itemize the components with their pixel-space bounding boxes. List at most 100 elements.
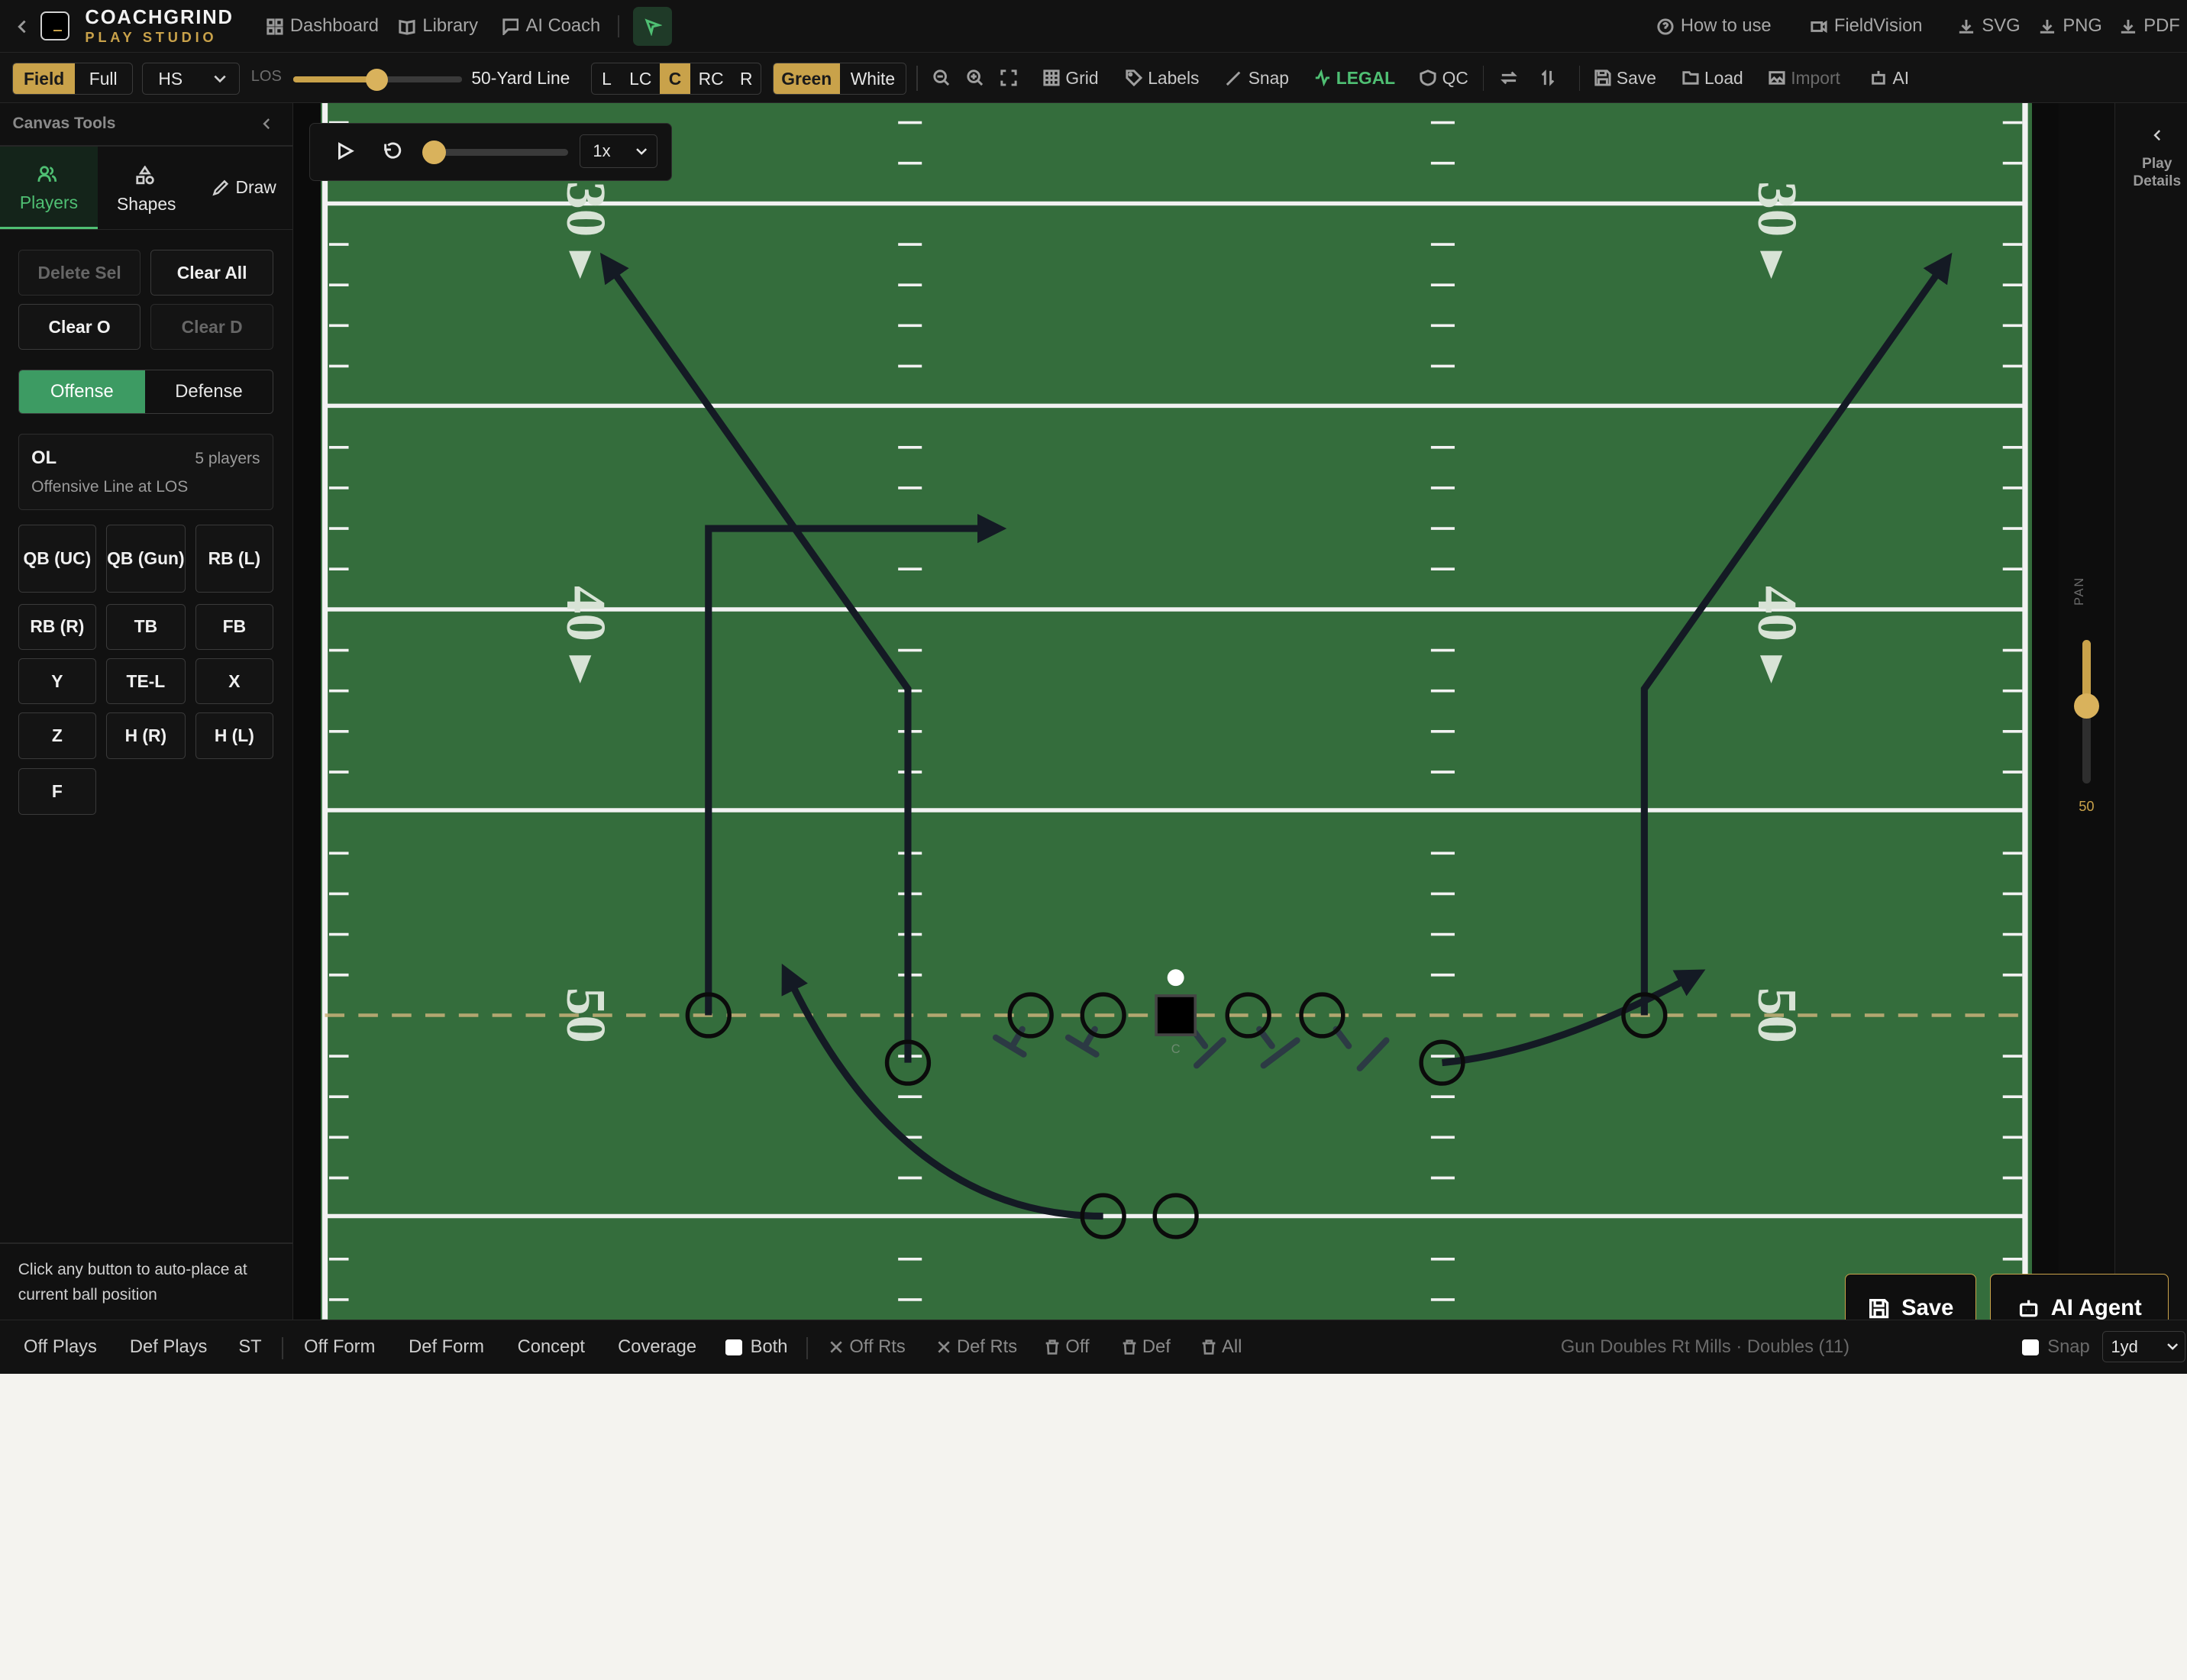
position-button[interactable]: X [195,658,273,705]
coverage-button[interactable]: Coverage [618,1320,696,1374]
position-button[interactable]: H (L) [195,712,273,759]
zoom-out-icon[interactable] [933,53,950,103]
level-select[interactable]: HS [142,63,241,95]
toolbar-import-button[interactable]: Import [1769,53,1840,103]
hash-r-button[interactable]: R [732,63,761,94]
ol-group-name: OL [31,448,57,469]
yard-number: 40 [555,586,617,641]
flip-vertical-icon[interactable] [1539,53,1556,103]
both-checkbox[interactable]: Both [725,1320,787,1374]
off-plays-button[interactable]: Off Plays [24,1320,97,1374]
export-svg-button[interactable]: SVG [1958,0,2021,53]
special-teams-button[interactable]: ST [238,1320,261,1374]
position-button[interactable]: RB (R) [18,603,97,651]
bottom-snap-checkbox[interactable]: Snap [2022,1320,2090,1374]
nav-divider [618,15,619,38]
position-button[interactable]: F [18,768,97,815]
both-checkbox-box[interactable] [725,1339,742,1356]
position-button[interactable]: TB [105,603,186,651]
position-button[interactable]: Z [18,712,97,759]
football[interactable] [1167,969,1184,987]
clear-off-routes-button[interactable]: Off Rts [829,1320,906,1374]
export-pdf-button[interactable]: PDF [2120,0,2180,53]
delete-all-button[interactable]: All [1201,1320,1242,1374]
def-form-button[interactable]: Def Form [409,1320,484,1374]
color-white-button[interactable]: White [840,63,906,94]
grid-toggle[interactable]: Grid [1043,53,1099,103]
route-corner-left[interactable] [599,253,912,1063]
football-field-canvas[interactable]: 30 30 40 40 50 50 C [321,103,2033,1320]
offense-button[interactable]: Offense [18,370,145,414]
qc-label: QC [1442,67,1468,88]
position-button[interactable]: FB [195,603,273,651]
tab-draw[interactable]: Draw [195,147,293,229]
position-button[interactable]: QB (Gun) [105,524,186,593]
reset-icon[interactable] [383,141,402,161]
qc-button[interactable]: QC [1420,53,1468,103]
position-button[interactable]: TE-L [105,658,186,705]
nav-ai-coach[interactable]: AI Coach [502,0,600,53]
snap-toggle[interactable]: Snap [1226,53,1289,103]
hash-c-button[interactable]: C [660,63,690,95]
labels-toggle[interactable]: Labels [1126,53,1199,103]
hash-lc-button[interactable]: LC [621,63,660,94]
clear-defense-button[interactable]: Clear D [150,304,273,351]
view-full-button[interactable]: Full [75,63,132,94]
route-corner-right[interactable] [1640,253,1953,1016]
toolbar-save-button[interactable]: Save [1594,53,1656,103]
ol-group-card[interactable]: OL 5 players Offensive Line at LOS [18,434,273,511]
toolbar-ai-button[interactable]: AI [1870,53,1909,103]
color-green-button[interactable]: Green [773,63,840,95]
play-details-panel[interactable]: Play Details [2114,103,2187,1320]
delete-selected-button[interactable]: Delete Sel [18,249,141,296]
pan-slider-thumb[interactable] [2074,693,2099,719]
position-button[interactable]: H (R) [105,712,186,759]
nav-dashboard[interactable]: Dashboard [267,0,379,53]
clear-offense-button[interactable]: Clear O [18,304,141,351]
expand-details-icon[interactable] [2150,128,2164,142]
los-slider[interactable] [292,68,462,91]
delete-off-button[interactable]: Off [1045,1320,1090,1374]
hash-l-button[interactable]: L [592,63,621,94]
off-form-button[interactable]: Off Form [304,1320,375,1374]
flip-horizontal-icon[interactable] [1501,53,1518,103]
step-select[interactable]: 1yd [2101,1331,2186,1362]
playback-scrubber[interactable] [422,140,569,164]
how-to-use-link[interactable]: How to use [1657,0,1772,53]
route-swing[interactable] [781,963,1103,1220]
snap-checkbox-box[interactable] [2022,1339,2040,1356]
yard-number: 30 [555,181,617,237]
hash-rc-button[interactable]: RC [690,63,732,94]
defense-button[interactable]: Defense [145,370,273,413]
bottom-divider [806,1336,808,1359]
position-button[interactable]: QB (UC) [18,524,97,593]
collapse-sidebar-icon[interactable] [260,117,273,131]
nav-library[interactable]: Library [399,0,478,53]
back-icon[interactable] [14,0,31,53]
delete-def-button[interactable]: Def [1122,1320,1171,1374]
view-field-button[interactable]: Field [13,63,75,95]
position-button[interactable]: RB (L) [195,524,273,593]
select-tool-button[interactable] [633,7,673,47]
tab-shapes[interactable]: Shapes [98,147,195,229]
clear-all-button[interactable]: Clear All [150,249,273,296]
concept-button[interactable]: Concept [518,1320,585,1374]
book-icon [399,19,415,35]
export-png-button[interactable]: PNG [2039,0,2102,53]
def-plays-button[interactable]: Def Plays [130,1320,208,1374]
toolbar-load-button[interactable]: Load [1682,53,1743,103]
tab-players[interactable]: Players [0,146,98,229]
clear-def-routes-button[interactable]: Def Rts [936,1320,1017,1374]
legal-status[interactable]: LEGAL [1314,53,1395,103]
playback-scrubber-thumb[interactable] [422,140,446,164]
pan-slider[interactable] [2074,640,2099,784]
los-slider-thumb[interactable] [365,68,388,91]
field-drawing[interactable]: 30 3040 4050 50 C [321,103,2032,1320]
position-button[interactable]: Y [18,658,97,705]
fullscreen-icon[interactable] [1000,53,1017,103]
play-icon[interactable] [335,141,355,161]
zoom-in-icon[interactable] [967,53,984,103]
center-player[interactable] [1155,994,1197,1037]
speed-select[interactable]: 1x [579,134,658,169]
fieldvision-link[interactable]: FieldVision [1811,0,1923,53]
